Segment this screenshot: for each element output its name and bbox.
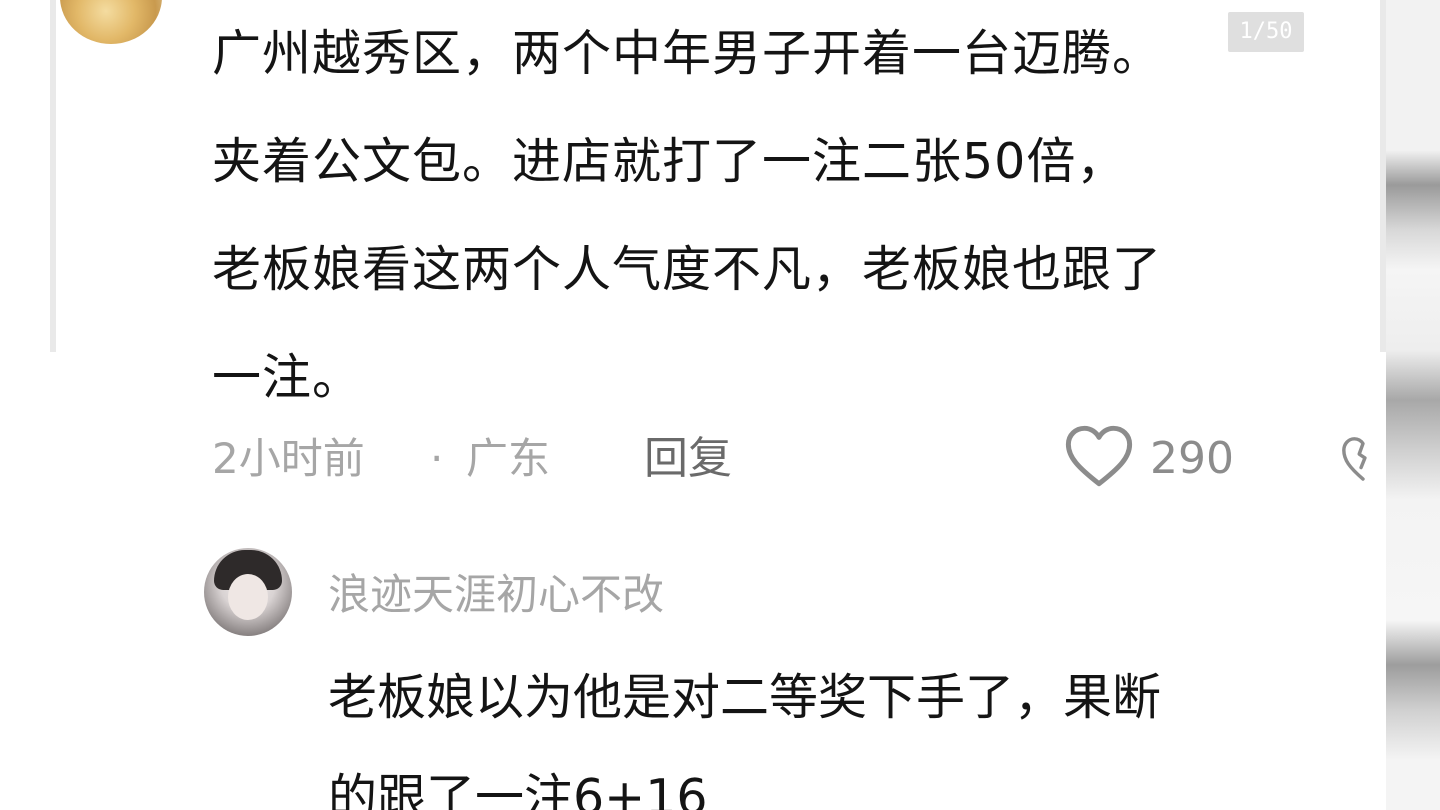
like-count: 290 xyxy=(1150,432,1234,484)
divider-left xyxy=(50,0,56,352)
comment-body: 老板娘以为他是对二等奖下手了，果断 的跟了一注6+16 xyxy=(328,648,1388,810)
comment-line: 广州越秀区，两个中年男子开着一台迈腾。 xyxy=(212,25,1163,82)
reply-button[interactable]: 回复 xyxy=(644,424,732,494)
dislike-heart-icon[interactable] xyxy=(1340,424,1386,490)
comment-body: 广州越秀区，两个中年男子开着一台迈腾。 夹着公文包。进店就打了一注二张50倍， … xyxy=(212,0,1388,432)
comment-line: 老板娘看这两个人气度不凡，老板娘也跟了 xyxy=(212,241,1163,298)
meta-separator: · xyxy=(430,434,444,483)
comment-location: 广东 xyxy=(466,434,551,483)
comment-line: 夹着公文包。进店就打了一注二张50倍， xyxy=(212,133,1127,190)
comment-line: 老板娘以为他是对二等奖下手了，果断 xyxy=(328,669,1162,726)
comment-line: 一注。 xyxy=(212,349,363,406)
background-video-edge xyxy=(1386,0,1440,810)
comment-line: 的跟了一注6+16 xyxy=(328,769,708,810)
comment-time: 2小时前 xyxy=(212,434,365,483)
comment-screen: 广州越秀区，两个中年男子开着一台迈腾。 夹着公文包。进店就打了一注二张50倍， … xyxy=(0,0,1440,810)
page-indicator-badge: 1/50 xyxy=(1226,10,1306,54)
comment-username[interactable]: 浪迹天涯初心不改 xyxy=(328,560,664,630)
avatar[interactable] xyxy=(60,0,162,44)
avatar[interactable] xyxy=(204,548,292,636)
like-button[interactable]: 290 xyxy=(1064,420,1234,496)
heart-outline-icon xyxy=(1064,423,1134,493)
